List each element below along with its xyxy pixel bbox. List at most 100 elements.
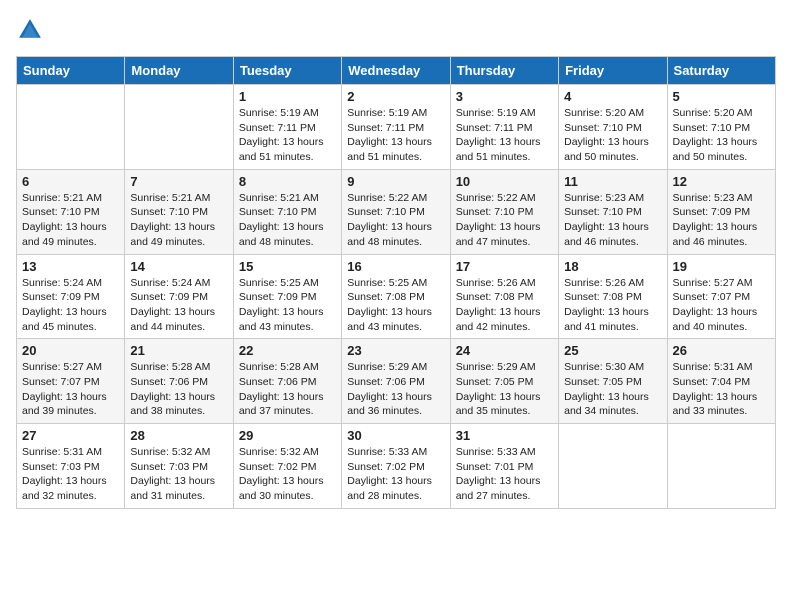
calendar-cell: 7 Sunrise: 5:21 AM Sunset: 7:10 PM Daylig… bbox=[125, 169, 233, 254]
day-info: Sunrise: 5:32 AM Sunset: 7:02 PM Dayligh… bbox=[239, 445, 336, 504]
calendar-cell: 28 Sunrise: 5:32 AM Sunset: 7:03 PM Dayli… bbox=[125, 424, 233, 509]
calendar-cell: 29 Sunrise: 5:32 AM Sunset: 7:02 PM Dayli… bbox=[233, 424, 341, 509]
calendar-header-thursday: Thursday bbox=[450, 57, 558, 85]
day-number: 21 bbox=[130, 343, 227, 358]
day-info: Sunrise: 5:31 AM Sunset: 7:03 PM Dayligh… bbox=[22, 445, 119, 504]
calendar-cell: 11 Sunrise: 5:23 AM Sunset: 7:10 PM Dayli… bbox=[559, 169, 667, 254]
calendar-week-row: 6 Sunrise: 5:21 AM Sunset: 7:10 PM Daylig… bbox=[17, 169, 776, 254]
calendar-cell: 9Sunrise: 5:22 AM Sunset: 7:10 PM Daylig… bbox=[342, 169, 450, 254]
day-info: Sunrise: 5:23 AM Sunset: 7:10 PM Dayligh… bbox=[564, 191, 661, 250]
day-info: Sunrise: 5:28 AM Sunset: 7:06 PM Dayligh… bbox=[239, 360, 336, 419]
calendar-header-monday: Monday bbox=[125, 57, 233, 85]
calendar-cell: 30 Sunrise: 5:33 AM Sunset: 7:02 PM Dayli… bbox=[342, 424, 450, 509]
calendar-header-sunday: Sunday bbox=[17, 57, 125, 85]
calendar-cell: 1 Sunrise: 5:19 AM Sunset: 7:11 PM Daylig… bbox=[233, 85, 341, 170]
calendar-header-wednesday: Wednesday bbox=[342, 57, 450, 85]
day-number: 26 bbox=[673, 343, 770, 358]
day-number: 22 bbox=[239, 343, 336, 358]
day-info: Sunrise: 5:21 AM Sunset: 7:10 PM Dayligh… bbox=[22, 191, 119, 250]
day-number: 1 bbox=[239, 89, 336, 104]
calendar-cell bbox=[667, 424, 775, 509]
day-info: Sunrise: 5:33 AM Sunset: 7:01 PM Dayligh… bbox=[456, 445, 553, 504]
day-info: Sunrise: 5:20 AM Sunset: 7:10 PM Dayligh… bbox=[673, 106, 770, 165]
calendar-cell: 14 Sunrise: 5:24 AM Sunset: 7:09 PM Dayli… bbox=[125, 254, 233, 339]
calendar-cell bbox=[17, 85, 125, 170]
calendar-header-row: SundayMondayTuesdayWednesdayThursdayFrid… bbox=[17, 57, 776, 85]
day-number: 17 bbox=[456, 259, 553, 274]
calendar-cell: 18 Sunrise: 5:26 AM Sunset: 7:08 PM Dayli… bbox=[559, 254, 667, 339]
day-number: 12 bbox=[673, 174, 770, 189]
day-info: Sunrise: 5:21 AM Sunset: 7:10 PM Dayligh… bbox=[130, 191, 227, 250]
calendar-week-row: 1 Sunrise: 5:19 AM Sunset: 7:11 PM Daylig… bbox=[17, 85, 776, 170]
day-info: Sunrise: 5:30 AM Sunset: 7:05 PM Dayligh… bbox=[564, 360, 661, 419]
calendar-cell: 13 Sunrise: 5:24 AM Sunset: 7:09 PM Dayli… bbox=[17, 254, 125, 339]
day-info: Sunrise: 5:27 AM Sunset: 7:07 PM Dayligh… bbox=[22, 360, 119, 419]
day-info: Sunrise: 5:33 AM Sunset: 7:02 PM Dayligh… bbox=[347, 445, 444, 504]
calendar-cell: 2 Sunrise: 5:19 AM Sunset: 7:11 PM Daylig… bbox=[342, 85, 450, 170]
day-number: 28 bbox=[130, 428, 227, 443]
day-number: 14 bbox=[130, 259, 227, 274]
day-info: Sunrise: 5:24 AM Sunset: 7:09 PM Dayligh… bbox=[130, 276, 227, 335]
calendar-cell: 15 Sunrise: 5:25 AM Sunset: 7:09 PM Dayli… bbox=[233, 254, 341, 339]
day-info: Sunrise: 5:31 AM Sunset: 7:04 PM Dayligh… bbox=[673, 360, 770, 419]
day-number: 23 bbox=[347, 343, 444, 358]
day-number: 4 bbox=[564, 89, 661, 104]
day-info: Sunrise: 5:19 AM Sunset: 7:11 PM Dayligh… bbox=[239, 106, 336, 165]
day-info: Sunrise: 5:29 AM Sunset: 7:05 PM Dayligh… bbox=[456, 360, 553, 419]
day-number: 16 bbox=[347, 259, 444, 274]
day-number: 2 bbox=[347, 89, 444, 104]
day-number: 10 bbox=[456, 174, 553, 189]
day-info: Sunrise: 5:19 AM Sunset: 7:11 PM Dayligh… bbox=[456, 106, 553, 165]
calendar-cell: 4 Sunrise: 5:20 AM Sunset: 7:10 PM Daylig… bbox=[559, 85, 667, 170]
calendar-cell: 23 Sunrise: 5:29 AM Sunset: 7:06 PM Dayli… bbox=[342, 339, 450, 424]
day-number: 19 bbox=[673, 259, 770, 274]
day-info: Sunrise: 5:27 AM Sunset: 7:07 PM Dayligh… bbox=[673, 276, 770, 335]
day-number: 8 bbox=[239, 174, 336, 189]
day-info: Sunrise: 5:26 AM Sunset: 7:08 PM Dayligh… bbox=[456, 276, 553, 335]
calendar-cell: 10Sunrise: 5:22 AM Sunset: 7:10 PM Dayli… bbox=[450, 169, 558, 254]
calendar-cell: 21 Sunrise: 5:28 AM Sunset: 7:06 PM Dayli… bbox=[125, 339, 233, 424]
day-info: Sunrise: 5:25 AM Sunset: 7:08 PM Dayligh… bbox=[347, 276, 444, 335]
day-number: 6 bbox=[22, 174, 119, 189]
day-info: Sunrise: 5:19 AM Sunset: 7:11 PM Dayligh… bbox=[347, 106, 444, 165]
day-info: Sunrise: 5:21 AM Sunset: 7:10 PM Dayligh… bbox=[239, 191, 336, 250]
calendar-cell: 5Sunrise: 5:20 AM Sunset: 7:10 PM Daylig… bbox=[667, 85, 775, 170]
day-number: 25 bbox=[564, 343, 661, 358]
calendar-week-row: 27 Sunrise: 5:31 AM Sunset: 7:03 PM Dayli… bbox=[17, 424, 776, 509]
day-number: 7 bbox=[130, 174, 227, 189]
day-info: Sunrise: 5:29 AM Sunset: 7:06 PM Dayligh… bbox=[347, 360, 444, 419]
calendar-header-friday: Friday bbox=[559, 57, 667, 85]
calendar-cell: 25 Sunrise: 5:30 AM Sunset: 7:05 PM Dayli… bbox=[559, 339, 667, 424]
day-info: Sunrise: 5:20 AM Sunset: 7:10 PM Dayligh… bbox=[564, 106, 661, 165]
day-info: Sunrise: 5:28 AM Sunset: 7:06 PM Dayligh… bbox=[130, 360, 227, 419]
calendar-week-row: 13 Sunrise: 5:24 AM Sunset: 7:09 PM Dayli… bbox=[17, 254, 776, 339]
day-number: 9 bbox=[347, 174, 444, 189]
day-number: 20 bbox=[22, 343, 119, 358]
day-number: 31 bbox=[456, 428, 553, 443]
calendar-cell: 27 Sunrise: 5:31 AM Sunset: 7:03 PM Dayli… bbox=[17, 424, 125, 509]
calendar-cell: 20 Sunrise: 5:27 AM Sunset: 7:07 PM Dayli… bbox=[17, 339, 125, 424]
calendar-cell: 12Sunrise: 5:23 AM Sunset: 7:09 PM Dayli… bbox=[667, 169, 775, 254]
page-header bbox=[16, 16, 776, 44]
day-number: 27 bbox=[22, 428, 119, 443]
day-number: 11 bbox=[564, 174, 661, 189]
day-info: Sunrise: 5:25 AM Sunset: 7:09 PM Dayligh… bbox=[239, 276, 336, 335]
logo bbox=[16, 16, 48, 44]
calendar-cell: 31 Sunrise: 5:33 AM Sunset: 7:01 PM Dayli… bbox=[450, 424, 558, 509]
day-number: 13 bbox=[22, 259, 119, 274]
day-info: Sunrise: 5:32 AM Sunset: 7:03 PM Dayligh… bbox=[130, 445, 227, 504]
calendar-cell: 8 Sunrise: 5:21 AM Sunset: 7:10 PM Daylig… bbox=[233, 169, 341, 254]
day-info: Sunrise: 5:26 AM Sunset: 7:08 PM Dayligh… bbox=[564, 276, 661, 335]
day-number: 18 bbox=[564, 259, 661, 274]
calendar-cell: 19 Sunrise: 5:27 AM Sunset: 7:07 PM Dayli… bbox=[667, 254, 775, 339]
calendar-cell: 16 Sunrise: 5:25 AM Sunset: 7:08 PM Dayli… bbox=[342, 254, 450, 339]
day-info: Sunrise: 5:24 AM Sunset: 7:09 PM Dayligh… bbox=[22, 276, 119, 335]
calendar-table: SundayMondayTuesdayWednesdayThursdayFrid… bbox=[16, 56, 776, 509]
day-number: 24 bbox=[456, 343, 553, 358]
calendar-header-tuesday: Tuesday bbox=[233, 57, 341, 85]
day-number: 15 bbox=[239, 259, 336, 274]
day-number: 29 bbox=[239, 428, 336, 443]
day-number: 30 bbox=[347, 428, 444, 443]
calendar-cell: 26 Sunrise: 5:31 AM Sunset: 7:04 PM Dayli… bbox=[667, 339, 775, 424]
calendar-cell: 24 Sunrise: 5:29 AM Sunset: 7:05 PM Dayli… bbox=[450, 339, 558, 424]
